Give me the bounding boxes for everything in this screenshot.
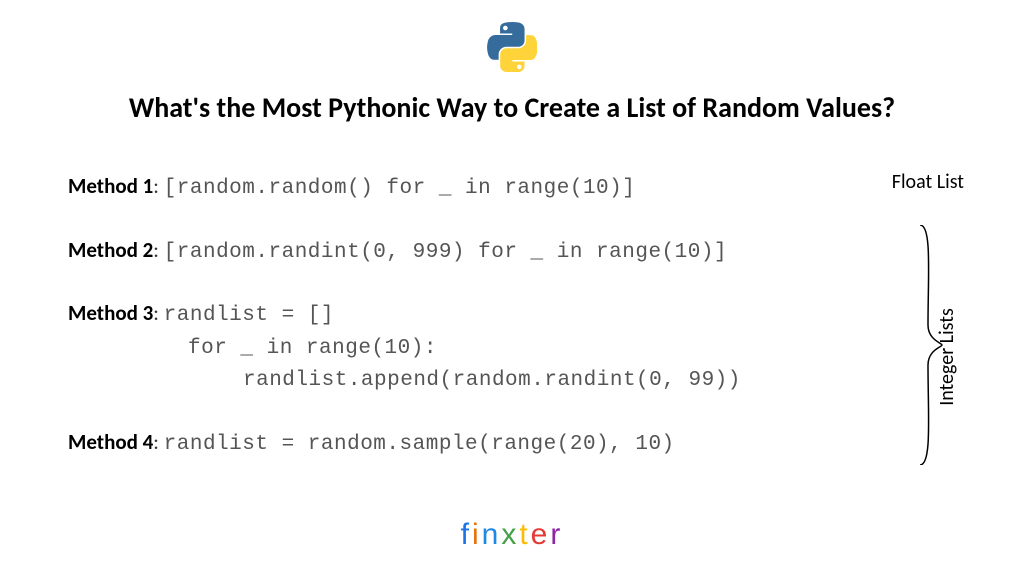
integer-lists-annotation: Integer Lists	[935, 308, 959, 406]
colon: :	[153, 300, 163, 326]
brand-letter: x	[501, 518, 519, 551]
method-2-code: [random.randint(0, 999) for _ in range(1…	[164, 241, 727, 264]
method-3-code-line2: for _ in range(10):	[188, 333, 828, 366]
brand-letter: i	[472, 518, 482, 551]
method-4: Method 4: randlist = random.sample(range…	[68, 426, 828, 462]
float-list-annotation: Float List	[892, 170, 964, 194]
colon: :	[153, 173, 163, 199]
python-logo-icon	[487, 22, 537, 77]
method-3-label: Method 3	[68, 300, 153, 326]
colon: :	[153, 237, 163, 263]
brand-letter: e	[531, 518, 551, 551]
brand-letter: t	[519, 518, 530, 551]
method-1-label: Method 1	[68, 173, 153, 199]
method-2: Method 2: [random.randint(0, 999) for _ …	[68, 234, 828, 270]
brand-letter: n	[482, 518, 502, 551]
brand-letter: f	[461, 518, 472, 551]
method-3: Method 3: randlist = [] for _ in range(1…	[68, 297, 828, 398]
method-3-code-line1: randlist = []	[164, 304, 334, 327]
method-2-label: Method 2	[68, 237, 153, 263]
method-1-code: [random.random() for _ in range(10)]	[164, 177, 636, 200]
brand-letter: r	[550, 518, 563, 551]
method-4-label: Method 4	[68, 429, 153, 455]
method-4-code: randlist = random.sample(range(20), 10)	[164, 433, 675, 456]
methods-list: Method 1: [random.random() for _ in rang…	[68, 170, 828, 489]
method-1: Method 1: [random.random() for _ in rang…	[68, 170, 828, 206]
page-title: What's the Most Pythonic Way to Create a…	[0, 90, 1024, 125]
colon: :	[153, 429, 163, 455]
method-3-code-line3: randlist.append(random.randint(0, 99))	[243, 365, 828, 398]
finxter-brand: finxter	[461, 518, 564, 552]
